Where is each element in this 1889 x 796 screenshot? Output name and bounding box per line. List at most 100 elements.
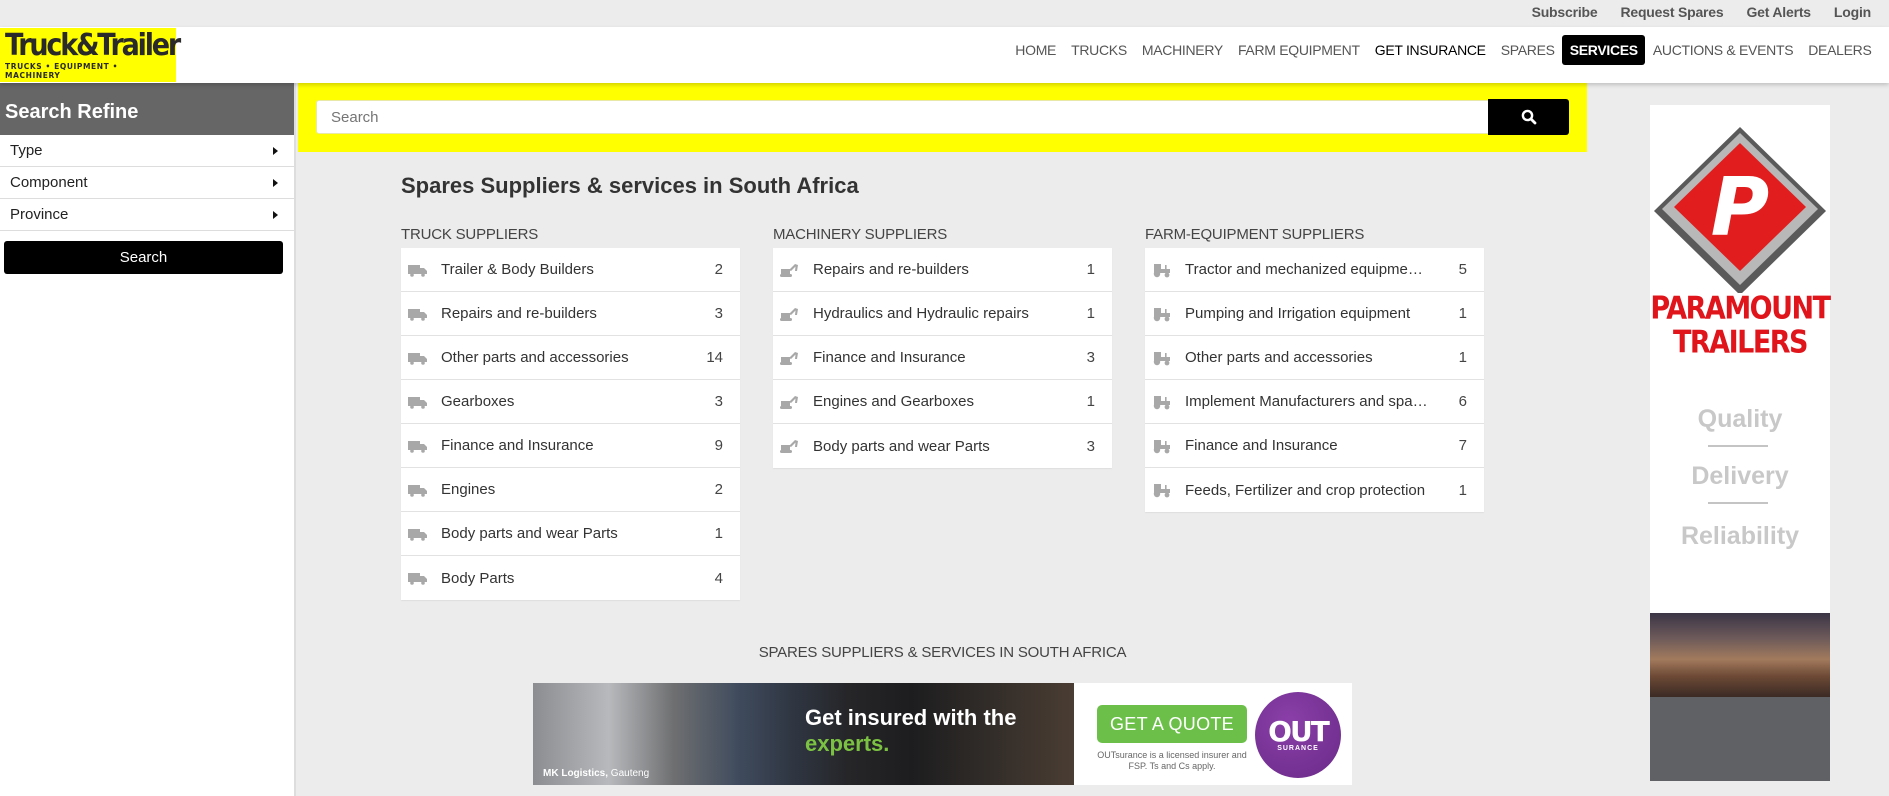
- category-count: 1: [1458, 349, 1467, 366]
- nav-dealers[interactable]: DEALERS: [1801, 35, 1879, 65]
- category-count: 3: [714, 305, 723, 322]
- supplier-category-item[interactable]: Finance and Insurance 9: [401, 424, 740, 468]
- sidebar-title: Search Refine: [0, 83, 294, 135]
- excavator-icon: [779, 394, 801, 410]
- nav-machinery[interactable]: MACHINERY: [1134, 35, 1230, 65]
- supplier-category-item[interactable]: Body Parts 4: [401, 556, 740, 600]
- filter-label: Type: [10, 142, 43, 159]
- search-refine-sidebar: Search Refine Type Component Province Se…: [0, 83, 296, 796]
- caret-right-icon: [273, 210, 278, 219]
- ad-brand-line-2: TRAILERS: [1672, 324, 1809, 361]
- request-spares-link[interactable]: Request Spares: [1620, 4, 1723, 20]
- truck-icon: [407, 438, 429, 454]
- category-label: Gearboxes: [441, 393, 515, 410]
- nav-home[interactable]: HOME: [1008, 35, 1064, 65]
- truck-suppliers-list: Trailer & Body Builders 2 Repairs and re-b…: [401, 248, 740, 600]
- outsurance-logo: OUT SURANCE: [1255, 692, 1341, 778]
- category-count: 14: [706, 349, 723, 366]
- filter-component[interactable]: Component: [0, 167, 294, 199]
- site-logo[interactable]: Truck&Trailer TRUCKS • EQUIPMENT • MACHI…: [0, 27, 181, 82]
- logo-tagline: TRUCKS • EQUIPMENT • MACHINERY: [5, 61, 118, 80]
- category-count: 2: [714, 261, 723, 278]
- supplier-category-item[interactable]: Body parts and wear Parts 1: [401, 512, 740, 556]
- tractor-icon: [1151, 438, 1173, 454]
- category-count: 1: [1458, 305, 1467, 322]
- nav-get-insurance[interactable]: GET INSURANCE: [1367, 35, 1493, 65]
- ad-divider: [1708, 502, 1768, 504]
- logo-brand: Truck&Trailer: [5, 27, 181, 63]
- utility-links: Subscribe Request Spares Get Alerts Logi…: [1532, 4, 1872, 20]
- search-icon: [1521, 109, 1536, 125]
- supplier-category-item[interactable]: Repairs and re-builders 1: [773, 248, 1112, 292]
- filter-type[interactable]: Type: [0, 135, 294, 167]
- supplier-category-item[interactable]: Engines 2: [401, 468, 740, 512]
- ad-value-quality: Quality: [1697, 405, 1783, 433]
- utility-bar: Subscribe Request Spares Get Alerts Logi…: [0, 0, 1889, 27]
- svg-text:P: P: [1711, 161, 1770, 254]
- category-count: 3: [1086, 437, 1095, 455]
- filter-province[interactable]: Province: [0, 199, 294, 231]
- supplier-category-item[interactable]: Implement Manufacturers and spare parts 6: [1145, 380, 1484, 424]
- farm-equipment-suppliers-list: Tractor and mechanized equipment supplie…: [1145, 248, 1484, 512]
- supplier-category-item[interactable]: Hydraulics and Hydraulic repairs 1: [773, 292, 1112, 336]
- outsurance-ad-banner[interactable]: MK Logistics, Gauteng Get insured with t…: [533, 683, 1352, 785]
- machinery-suppliers-column: MACHINERY SUPPLIERS Repairs and re-build…: [773, 226, 1112, 468]
- machinery-suppliers-list: Repairs and re-builders 1 Hydraulics and H…: [773, 248, 1112, 468]
- category-count: 1: [1086, 261, 1095, 278]
- category-count: 4: [714, 569, 723, 587]
- supplier-category-item[interactable]: Engines and Gearboxes 1: [773, 380, 1112, 424]
- nav-services[interactable]: SERVICES: [1562, 35, 1646, 65]
- supplier-category-item[interactable]: Body parts and wear Parts 3: [773, 424, 1112, 468]
- truck-suppliers-column: TRUCK SUPPLIERS Trailer & Body Builders 2…: [401, 226, 740, 600]
- category-label: Finance and Insurance: [441, 437, 594, 454]
- main-nav: HOME TRUCKS MACHINERY FARM EQUIPMENT GET…: [1008, 35, 1879, 65]
- sidebar-search-button[interactable]: Search: [4, 241, 283, 274]
- tractor-icon: [1151, 350, 1173, 366]
- paramount-trailers-ad[interactable]: P PARAMOUNT TRAILERS Quality Delivery Re…: [1650, 105, 1831, 781]
- category-label: Pumping and Irrigation equipment: [1185, 305, 1411, 322]
- get-alerts-link[interactable]: Get Alerts: [1746, 4, 1811, 20]
- filter-label: Province: [10, 206, 69, 223]
- subscribe-link[interactable]: Subscribe: [1532, 4, 1598, 20]
- login-link[interactable]: Login: [1834, 4, 1871, 20]
- nav-spares[interactable]: SPARES: [1493, 35, 1562, 65]
- supplier-category-item[interactable]: Other parts and accessories 14: [401, 336, 740, 380]
- category-label: Body parts and wear Parts: [441, 525, 618, 542]
- category-count: 1: [1086, 393, 1095, 410]
- logo-out-text: OUT: [1268, 714, 1330, 748]
- category-label: Other parts and accessories: [1185, 349, 1373, 366]
- supplier-category-item[interactable]: Trailer & Body Builders 2: [401, 248, 740, 292]
- category-count: 5: [1458, 261, 1467, 278]
- category-label: Repairs and re-builders: [441, 305, 597, 322]
- truck-icon: [407, 306, 429, 322]
- supplier-category-item[interactable]: Tractor and mechanized equipment supplie…: [1145, 248, 1484, 292]
- banner-caption: MK Logistics, Gauteng: [543, 768, 650, 779]
- ad-footer-panel: [1650, 697, 1830, 781]
- category-count: 7: [1458, 437, 1467, 454]
- supplier-category-item[interactable]: Feeds, Fertilizer and crop protection 1: [1145, 468, 1484, 512]
- supplier-category-item[interactable]: Finance and Insurance 7: [1145, 424, 1484, 468]
- category-count: 1: [1458, 481, 1467, 499]
- category-count: 3: [1086, 349, 1095, 366]
- supplier-category-item[interactable]: Gearboxes 3: [401, 380, 740, 424]
- category-label: Tractor and mechanized equipment supplie…: [1185, 261, 1431, 278]
- nav-farm-equipment[interactable]: FARM EQUIPMENT: [1230, 35, 1367, 65]
- supplier-category-item[interactable]: Finance and Insurance 3: [773, 336, 1112, 380]
- nav-trucks[interactable]: TRUCKS: [1064, 35, 1135, 65]
- search-input[interactable]: [316, 100, 1490, 134]
- supplier-category-item[interactable]: Other parts and accessories 1: [1145, 336, 1484, 380]
- category-label: Hydraulics and Hydraulic repairs: [813, 305, 1029, 322]
- site-header: Truck&Trailer TRUCKS • EQUIPMENT • MACHI…: [0, 27, 1889, 83]
- ad-divider: [1708, 445, 1768, 447]
- supplier-category-item[interactable]: Pumping and Irrigation equipment 1: [1145, 292, 1484, 336]
- excavator-icon: [779, 262, 801, 278]
- get-a-quote-button[interactable]: GET A QUOTE: [1097, 705, 1247, 743]
- supplier-category-item[interactable]: Repairs and re-builders 3: [401, 292, 740, 336]
- filter-label: Component: [10, 174, 88, 191]
- search-button[interactable]: [1488, 99, 1569, 135]
- category-count: 9: [714, 437, 723, 454]
- category-label: Implement Manufacturers and spare parts: [1185, 393, 1431, 410]
- nav-auctions-events[interactable]: AUCTIONS & EVENTS: [1645, 35, 1800, 65]
- excavator-icon: [779, 306, 801, 322]
- category-count: 3: [714, 393, 723, 410]
